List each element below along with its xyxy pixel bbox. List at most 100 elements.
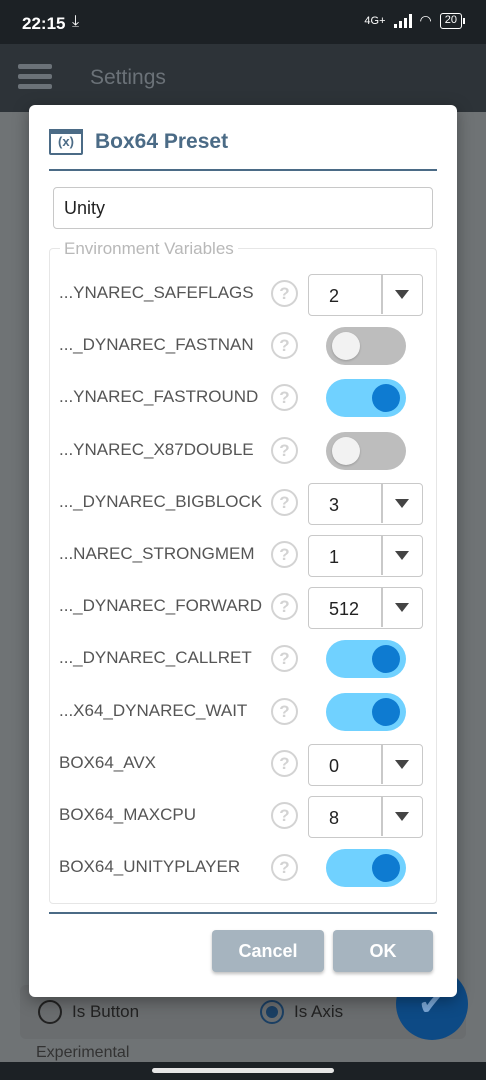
variable-icon: (x): [49, 129, 83, 155]
env-row: BOX64_AVX? 0: [50, 740, 438, 788]
app-title: Settings: [90, 66, 166, 89]
download-icon: ⤓: [72, 13, 80, 30]
env-row: BOX64_UNITYPLAYER?: [50, 844, 438, 892]
help-icon[interactable]: ?: [271, 489, 298, 516]
help-icon[interactable]: ?: [271, 332, 298, 359]
dropdown-arrow-icon: [395, 760, 409, 769]
help-icon[interactable]: ?: [271, 593, 298, 620]
value-dropdown[interactable]: 2: [308, 274, 423, 316]
env-var-label: ...NAREC_STRONGMEM: [59, 544, 255, 563]
ok-button[interactable]: OK: [333, 930, 433, 972]
env-var-label: ..._DYNAREC_FASTNAN: [59, 335, 254, 354]
help-icon[interactable]: ?: [271, 280, 298, 307]
env-row: ...X64_DYNAREC_WAIT?: [50, 688, 438, 736]
dropdown-value: 1: [329, 547, 340, 567]
dropdown-arrow-icon: [395, 499, 409, 508]
footer-divider: [49, 912, 437, 914]
signal-icon: [393, 13, 412, 28]
battery-level: 20: [444, 13, 457, 26]
header-divider: [49, 169, 437, 171]
env-var-label: ..._DYNAREC_BIGBLOCK: [59, 492, 263, 511]
dropdown-divider: [381, 745, 383, 784]
env-legend: Environment Variables: [60, 239, 238, 259]
env-row: ...YNAREC_FASTROUND?: [50, 374, 438, 422]
dropdown-divider: [381, 797, 383, 836]
toggle-knob: [372, 384, 400, 412]
radio-is-axis-label: Is Axis: [294, 1002, 344, 1021]
env-var-label: ...YNAREC_FASTROUND: [59, 387, 259, 406]
env-var-label: BOX64_MAXCPU: [59, 805, 196, 824]
env-toggle-switch[interactable]: [326, 432, 406, 470]
help-icon[interactable]: ?: [271, 750, 298, 777]
env-var-label: BOX64_UNITYPLAYER: [59, 857, 241, 876]
dropdown-arrow-icon: [395, 812, 409, 821]
variable-icon-text: (x): [58, 134, 74, 149]
dropdown-value: 2: [329, 286, 340, 306]
dropdown-value: 3: [329, 495, 340, 515]
preset-name-input[interactable]: [53, 187, 433, 229]
radio-is-button-label: Is Button: [72, 1002, 140, 1021]
dropdown-value: 8: [329, 808, 340, 828]
help-icon[interactable]: ?: [271, 854, 298, 881]
dropdown-arrow-icon: [395, 551, 409, 560]
dropdown-value: 0: [329, 756, 340, 776]
value-dropdown[interactable]: 3: [308, 483, 423, 525]
dropdown-divider: [381, 536, 383, 575]
value-dropdown[interactable]: 512: [308, 587, 423, 629]
toggle-knob: [332, 332, 360, 360]
toggle-knob: [332, 437, 360, 465]
menu-icon[interactable]: [18, 64, 52, 92]
home-indicator[interactable]: [152, 1068, 334, 1073]
app-bar: Settings: [0, 44, 486, 112]
env-row: ..._DYNAREC_FASTNAN?: [50, 322, 438, 370]
value-dropdown[interactable]: 8: [308, 796, 423, 838]
env-var-label: ..._DYNAREC_FORWARD: [59, 596, 263, 615]
env-toggle-switch[interactable]: [326, 327, 406, 365]
env-var-label: ...YNAREC_X87DOUBLE: [59, 440, 254, 459]
dialog-header: (x) Box64 Preset: [49, 129, 228, 155]
status-time: 22:15: [22, 14, 66, 33]
dropdown-divider: [381, 275, 383, 314]
dropdown-arrow-icon: [395, 603, 409, 612]
status-icons: 4G+ ◠ 20: [364, 12, 466, 29]
dialog-title: Box64 Preset: [95, 130, 229, 153]
nav-bar: [0, 1062, 486, 1080]
env-row: ...YNAREC_SAFEFLAGS? 2: [50, 270, 438, 318]
help-icon[interactable]: ?: [271, 384, 298, 411]
experimental-heading: Experimental: [36, 1044, 130, 1061]
help-icon[interactable]: ?: [271, 541, 298, 568]
help-icon[interactable]: ?: [271, 698, 298, 725]
toggle-knob: [372, 698, 400, 726]
status-bar: 22:15 ⤓ 4G+ ◠ 20: [0, 0, 486, 44]
env-row: ..._DYNAREC_FORWARD? 512: [50, 583, 438, 631]
env-row: ...NAREC_STRONGMEM? 1: [50, 531, 438, 579]
env-toggle-switch[interactable]: [326, 849, 406, 887]
radio-is-button[interactable]: Is Button: [38, 1000, 139, 1024]
toggle-knob: [372, 645, 400, 673]
env-row: ..._DYNAREC_CALLRET?: [50, 635, 438, 683]
radio-unchecked-icon: [38, 1000, 62, 1024]
toggle-knob: [372, 854, 400, 882]
battery-icon: 20: [439, 12, 466, 29]
cancel-button[interactable]: Cancel: [212, 930, 324, 972]
env-row: ...YNAREC_X87DOUBLE?: [50, 427, 438, 475]
env-row: BOX64_MAXCPU? 8: [50, 792, 438, 840]
env-toggle-switch[interactable]: [326, 693, 406, 731]
dropdown-value: 512: [329, 599, 360, 619]
env-var-label: ..._DYNAREC_CALLRET: [59, 648, 252, 667]
dropdown-divider: [381, 588, 383, 627]
env-var-label: ...X64_DYNAREC_WAIT: [59, 701, 248, 720]
dropdown-divider: [381, 484, 383, 523]
wifi-icon: ◠: [419, 12, 432, 28]
radio-is-axis[interactable]: Is Axis: [260, 1000, 343, 1024]
value-dropdown[interactable]: 0: [308, 744, 423, 786]
env-toggle-switch[interactable]: [326, 640, 406, 678]
dropdown-arrow-icon: [395, 290, 409, 299]
env-var-label: ...YNAREC_SAFEFLAGS: [59, 283, 254, 302]
value-dropdown[interactable]: 1: [308, 535, 423, 577]
env-row: ..._DYNAREC_BIGBLOCK? 3: [50, 479, 438, 527]
help-icon[interactable]: ?: [271, 802, 298, 829]
help-icon[interactable]: ?: [271, 645, 298, 672]
help-icon[interactable]: ?: [271, 437, 298, 464]
env-toggle-switch[interactable]: [326, 379, 406, 417]
